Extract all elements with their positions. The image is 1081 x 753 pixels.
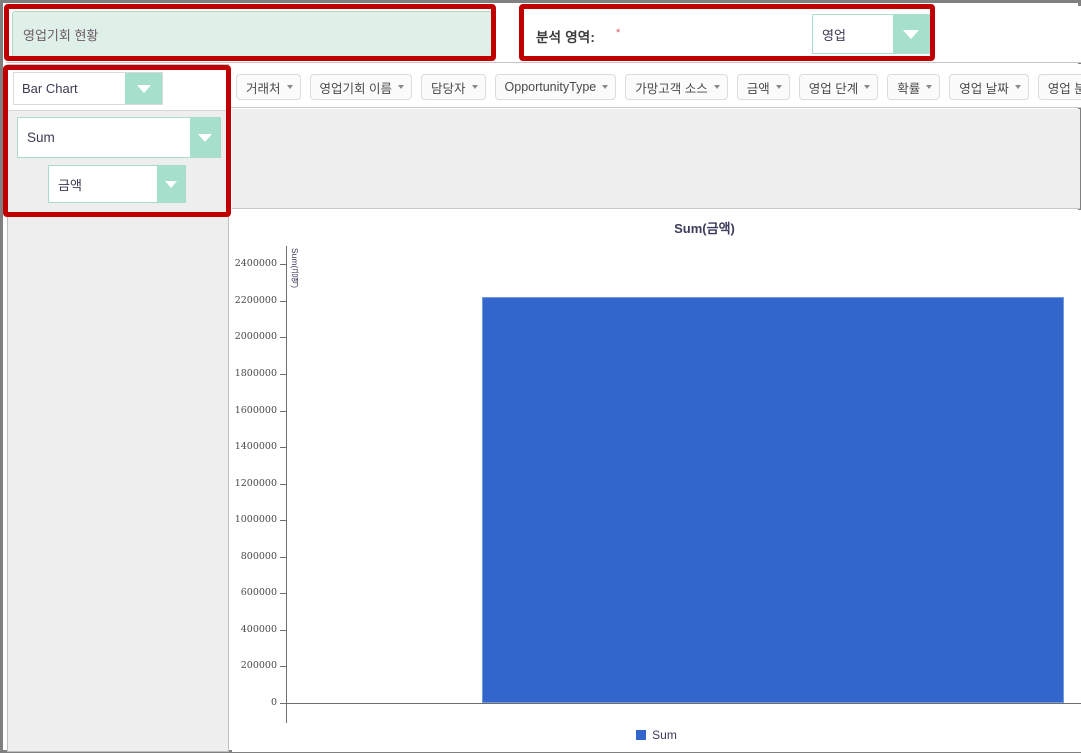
y-axis-line: [286, 246, 287, 723]
y-axis-tick-label: 1800000: [234, 367, 277, 379]
y-axis-tick-mark: [280, 556, 286, 558]
field-chip-label: 거래처: [246, 81, 281, 96]
field-chip[interactable]: 영업 날짜: [949, 74, 1029, 100]
chart-type-select[interactable]: Bar Chart: [13, 72, 163, 105]
chevron-down-icon[interactable]: [286, 85, 293, 89]
y-axis-tick-label: 2400000: [234, 258, 277, 270]
chevron-down-icon[interactable]: [398, 85, 404, 89]
analysis-area-value: 영업: [822, 27, 846, 43]
chevron-down-icon[interactable]: [713, 85, 720, 89]
y-axis-tick-mark: [280, 483, 286, 485]
field-chip[interactable]: OpportunityType: [494, 74, 617, 100]
measure-field-value: 금액: [58, 177, 82, 193]
analysis-report-builder: 영업기회 현황 분석 영역: * 영업 Bar Chart Sum 금액 거래처…: [0, 0, 1081, 753]
chevron-down-icon[interactable]: [893, 15, 929, 53]
y-axis-tick-mark: [280, 629, 286, 631]
field-chip-label: 금액: [746, 81, 770, 96]
y-axis-tick-mark: [280, 264, 286, 266]
y-axis-tick-mark: [280, 410, 286, 412]
field-chip-toolbar: 거래처 영업기회 이름 담당자 OpportunityType 가망고객 소스 금액 영업 …: [231, 64, 1081, 108]
field-chip-label: 영업 단계: [808, 81, 859, 96]
report-title-input[interactable]: 영업기회 현황: [12, 11, 492, 57]
chevron-down-icon[interactable]: [926, 85, 933, 89]
measure-field-select[interactable]: 금액: [48, 165, 186, 203]
y-axis-tick-label: 200000: [240, 660, 277, 672]
measure-config-panel: Sum 금액: [13, 117, 221, 217]
chart-legend: Sum: [232, 728, 1081, 742]
field-chip[interactable]: 금액: [736, 74, 790, 100]
y-axis-tick-mark: [280, 666, 286, 668]
legend-swatch-sum: [636, 730, 647, 740]
analysis-area-label: 분석 영역:: [536, 30, 596, 45]
field-chip-label: 영업 날짜: [959, 81, 1009, 96]
caret-glyph: [903, 29, 919, 39]
caret-glyph: [165, 180, 177, 188]
field-chip[interactable]: 확률: [887, 74, 941, 100]
chevron-down-icon[interactable]: [775, 85, 782, 89]
y-axis-tick-mark: [280, 337, 286, 339]
y-axis-tick-label: 800000: [240, 550, 277, 562]
y-axis-tick-label: 600000: [240, 587, 277, 599]
chevron-down-icon[interactable]: [471, 85, 478, 89]
chart-panel: Sum(금액) Sum(금액) 0 200000 400000 600000 80000…: [232, 210, 1081, 752]
y-axis-tick-label: 1400000: [234, 441, 277, 453]
x-axis-line: [286, 703, 1081, 704]
chart-type-value: Bar Chart: [22, 81, 78, 96]
field-chip[interactable]: 거래처: [236, 74, 301, 100]
field-chip[interactable]: 영업기회 이름: [309, 74, 412, 100]
y-axis-tick-label: 1200000: [234, 477, 277, 489]
field-chip[interactable]: 영업 분기: [1037, 74, 1081, 100]
y-axis-label: Sum(금액): [290, 248, 300, 289]
chevron-down-icon[interactable]: [190, 118, 220, 157]
y-axis-tick-mark: [280, 703, 286, 704]
chevron-down-icon[interactable]: [1014, 85, 1021, 89]
caret-glyph: [198, 133, 212, 142]
y-axis-tick-label: 2000000: [234, 331, 277, 343]
y-axis-tick-label: 0: [270, 697, 277, 708]
field-chip-label: 담당자: [431, 81, 466, 96]
field-chip[interactable]: 담당자: [421, 74, 486, 100]
field-chip[interactable]: 가망고객 소스: [625, 74, 728, 100]
bar-series-sum[interactable]: [482, 297, 1064, 703]
required-field-marker: *: [616, 27, 621, 39]
chart-type-row: Bar Chart: [8, 65, 228, 111]
legend-label-sum: Sum: [652, 728, 677, 742]
report-title-value: 영업기회 현황: [23, 27, 99, 43]
field-chip-label: 확률: [897, 81, 921, 96]
chevron-down-icon[interactable]: [157, 166, 185, 202]
y-axis-tick-label: 1000000: [234, 514, 277, 526]
aggregation-value: Sum: [27, 130, 55, 145]
report-header: 영업기회 현황 분석 영역: * 영업: [6, 6, 1081, 63]
analysis-area-select[interactable]: 영업: [812, 14, 930, 54]
aggregation-select[interactable]: Sum: [17, 117, 221, 158]
y-axis-tick-mark: [280, 373, 286, 375]
chevron-down-icon[interactable]: [602, 85, 609, 89]
field-chip[interactable]: 영업 단계: [798, 74, 879, 100]
chevron-down-icon[interactable]: [864, 85, 871, 89]
y-axis-tick-mark: [280, 520, 286, 522]
y-axis-tick-label: 400000: [240, 623, 277, 635]
field-chip-label: 영업 분기: [1047, 81, 1081, 96]
chart-config-sidebar: Bar Chart Sum 금액: [7, 64, 229, 752]
chart-plot-area: Sum(금액) 0 200000 400000 600000 800000 1000000…: [232, 230, 1081, 723]
field-chip-label: 영업기회 이름: [319, 81, 392, 96]
filter-drop-area[interactable]: [232, 109, 1080, 209]
y-axis-tick-mark: [280, 300, 286, 302]
field-chip-label: 가망고객 소스: [635, 81, 708, 96]
y-axis-tick-label: 2200000: [234, 294, 277, 306]
y-axis-tick-mark: [280, 447, 286, 449]
caret-glyph: [136, 84, 151, 93]
y-axis-tick-label: 1600000: [234, 404, 277, 416]
chevron-down-icon[interactable]: [125, 73, 162, 104]
field-chip-label: OpportunityType: [504, 80, 597, 94]
y-axis-tick-mark: [280, 593, 286, 595]
